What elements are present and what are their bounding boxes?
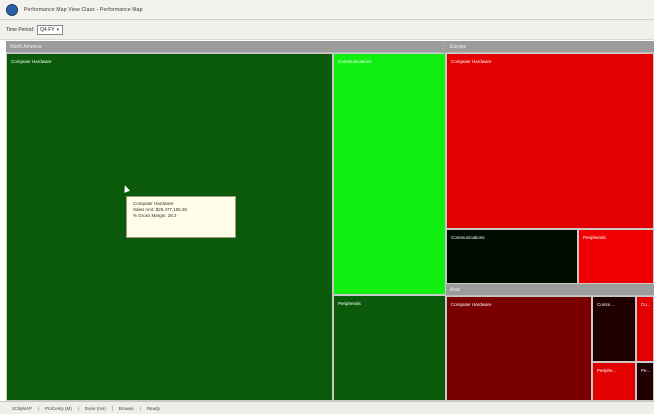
chevron-down-icon[interactable]: ▾: [57, 27, 60, 33]
cell-label: Peripherals: [338, 301, 361, 306]
group-header-north-america[interactable]: North America: [6, 41, 442, 53]
cell-label: Computer Hardware: [11, 59, 52, 64]
treemap-cell-na-communications[interactable]: Communications: [333, 53, 446, 295]
treemap-cell-eu-communications[interactable]: Communications: [446, 229, 578, 284]
cell-label: Communications: [338, 59, 372, 64]
status-item: Done (ms): [79, 405, 113, 411]
time-period-select[interactable]: Q4 FY ▾: [37, 24, 64, 35]
cell-label: Communications: [451, 235, 485, 240]
treemap-cell-asia-communications[interactable]: Comm...: [592, 296, 636, 362]
group-header-europe[interactable]: Europe: [446, 41, 654, 53]
treemap-cell-na-peripherals[interactable]: Peripherals: [333, 295, 446, 401]
app-icon: [6, 3, 18, 16]
treemap-cell-asia-computer-hardware[interactable]: Computer Hardware: [446, 296, 592, 401]
time-period-value: Q4 FY: [40, 26, 55, 33]
treemap-cell-asia-other-2[interactable]: Pe...: [636, 362, 654, 401]
treemap-cell-eu-peripherals[interactable]: Peripherals: [578, 229, 654, 284]
status-item: ProCenty (M): [39, 405, 79, 411]
time-period-label: Time Period:: [6, 26, 35, 33]
cell-label: Periphe...: [597, 368, 617, 373]
status-item: Ready: [146, 405, 160, 411]
treemap-cell-eu-computer-hardware[interactable]: Computer Hardware: [446, 53, 654, 229]
toolbar: Time Period: Q4 FY ▾: [0, 20, 654, 40]
status-item: Browse: [113, 405, 141, 411]
treemap-cell-asia-peripherals[interactable]: Periphe...: [592, 362, 636, 401]
cell-label: Computer Hardware: [451, 302, 492, 307]
cell-label: Computer Hardware: [451, 59, 492, 64]
status-bar: 2CityMAP ProCenty (M) Done (ms) Browse R…: [0, 401, 654, 414]
title-bar: Performance Map View Class - Performance…: [0, 0, 654, 20]
group-header-asia[interactable]: Asia: [446, 284, 654, 296]
cell-tooltip: Computer Hardware Sales Amt: $26,477,195…: [126, 196, 236, 238]
status-item: 2CityMAP: [6, 405, 40, 411]
cell-label: Pe...: [641, 368, 651, 373]
cell-label: Comm...: [597, 302, 615, 307]
cell-label: Co...: [641, 302, 651, 307]
window-title: Performance Map View Class - Performance…: [24, 6, 143, 13]
treemap-cell-asia-other-1[interactable]: Co...: [636, 296, 654, 362]
tooltip-margin: % Gross Margin: 28.3: [133, 213, 177, 218]
performance-map: North America Europe Asia Computer Hardw…: [6, 41, 654, 401]
cell-label: Peripherals: [583, 235, 606, 240]
